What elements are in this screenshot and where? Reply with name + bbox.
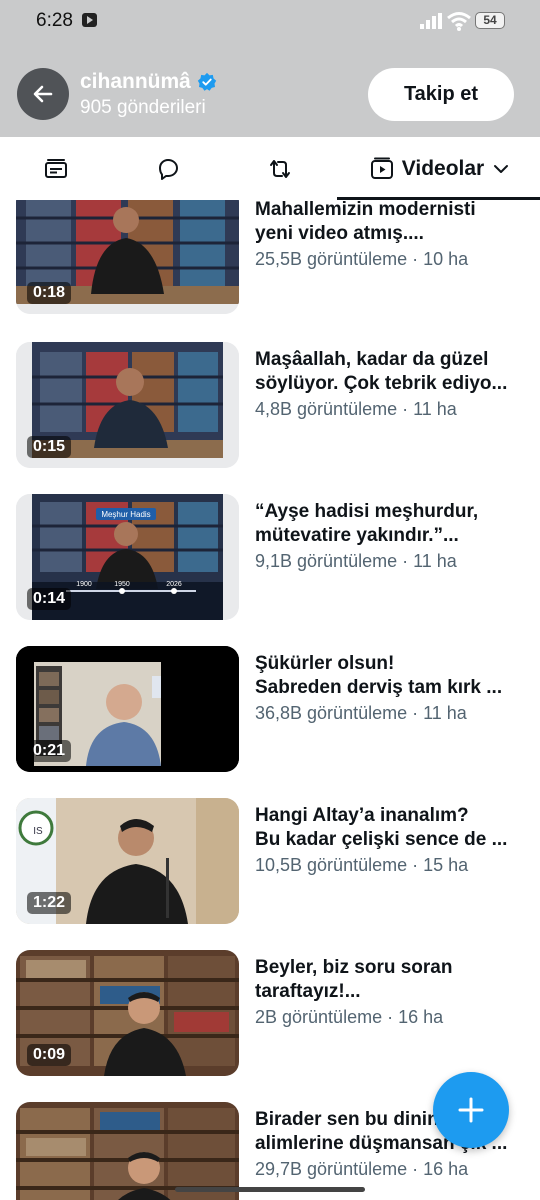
profile-tab-bar: Videolar xyxy=(0,137,540,200)
video-title: Beyler, biz soru soran taraftayız!... xyxy=(255,956,523,1004)
video-title-line: Bu kadar çelişki sence de ... xyxy=(255,829,508,850)
thumbnail-logo-text: IS xyxy=(33,826,43,837)
battery-icon: 54 xyxy=(475,12,505,29)
video-meta: 10,5B görüntüleme · 15 ha xyxy=(255,855,469,875)
video-title-line: Şükürler olsun! xyxy=(255,653,395,674)
video-play-icon xyxy=(370,157,393,179)
post-count: 905 gönderileri xyxy=(80,97,206,118)
follow-button[interactable]: Takip et xyxy=(368,68,514,121)
profile-header: 6:28 54 cihannümâ 905 gönderileri Takip … xyxy=(0,0,540,137)
status-time: 6:28 xyxy=(36,10,73,31)
video-title-line: mütevatire yakındır.”... xyxy=(255,525,459,546)
video-views: 9,1B görüntüleme xyxy=(255,551,398,571)
video-thumbnail: Meşhur Hadis 1900 1950 2026 0:14 xyxy=(16,494,239,620)
video-duration: 0:18 xyxy=(27,282,72,304)
video-item[interactable]: 0:15 Maşâallah, kadar da güzel söylüyor.… xyxy=(0,342,540,472)
video-meta: 4,8B görüntüleme · 11 ha xyxy=(255,399,457,419)
video-meta: 9,1B görüntüleme · 11 ha xyxy=(255,551,457,571)
video-views: 10,5B görüntüleme xyxy=(255,855,408,875)
media-icon xyxy=(45,158,67,178)
profile-name: cihannümâ xyxy=(80,70,191,93)
video-title: Maşâallah, kadar da güzel söylüyor. Çok … xyxy=(255,348,523,396)
video-thumbnail-image xyxy=(16,1102,239,1200)
video-duration: 1:22 xyxy=(27,892,72,914)
video-title-line: Mahallemizin modernisti xyxy=(255,200,476,220)
video-age: 10 ha xyxy=(423,249,469,269)
video-title-line: taraftayız!... xyxy=(255,981,361,1002)
tab-replies[interactable] xyxy=(136,137,200,200)
video-item[interactable]: 0:21 Şükürler olsun! Sabreden derviş tam… xyxy=(0,646,540,776)
video-age: 16 ha xyxy=(423,1159,469,1179)
video-thumbnail: 0:15 xyxy=(16,342,239,468)
video-title-line: Beyler, biz soru soran xyxy=(255,957,453,978)
video-views: 36,8B görüntüleme xyxy=(255,703,408,723)
video-views: 4,8B görüntüleme xyxy=(255,399,398,419)
video-title-line: yeni video atmış.... xyxy=(255,223,424,244)
signal-icon xyxy=(420,13,442,29)
timeline-year: 2026 xyxy=(166,581,182,588)
video-thumbnail: 0:09 xyxy=(16,950,239,1076)
video-thumbnail xyxy=(16,1102,239,1200)
video-age: 15 ha xyxy=(423,855,469,875)
profile-name-row: cihannümâ xyxy=(80,70,217,94)
youtube-notification-icon xyxy=(82,13,97,27)
video-meta: 25,5B görüntüleme · 10 ha xyxy=(255,249,469,269)
video-thumbnail: IS 1:22 xyxy=(16,798,239,924)
tab-reposts[interactable] xyxy=(248,137,312,200)
video-title-line: söylüyor. Çok tebrik ediyo... xyxy=(255,373,508,394)
video-title-line: Maşâallah, kadar da güzel xyxy=(255,349,489,370)
timeline-year: 1950 xyxy=(114,581,130,588)
video-item[interactable]: 0:18 Mahallemizin modernisti yeni video … xyxy=(0,200,540,318)
compose-button[interactable] xyxy=(433,1072,509,1148)
video-views: 29,7B görüntüleme xyxy=(255,1159,408,1179)
video-item[interactable]: 0:09 Beyler, biz soru soran taraftayız!.… xyxy=(0,950,540,1080)
video-duration: 0:15 xyxy=(27,436,72,458)
wifi-icon xyxy=(447,12,471,31)
tab-videos-label: Videolar xyxy=(401,156,485,180)
video-views: 25,5B görüntüleme xyxy=(255,249,408,269)
status-bar: 6:28 54 xyxy=(0,0,540,42)
gesture-nav-handle[interactable] xyxy=(175,1187,365,1192)
tab-media[interactable] xyxy=(24,137,88,200)
video-item[interactable]: IS 1:22 Hangi Altay’a inanalım? Bu kadar… xyxy=(0,798,540,928)
video-title-line: Hangi Altay’a inanalım? xyxy=(255,805,469,826)
video-title: Mahallemizin modernisti yeni video atmış… xyxy=(255,200,523,246)
video-meta: 29,7B görüntüleme · 16 ha xyxy=(255,1159,469,1179)
thumbnail-badge: Meşhur Hadis xyxy=(101,510,150,519)
repost-icon xyxy=(270,159,290,178)
arrow-left-icon xyxy=(33,85,53,103)
video-title: “Ayşe hadisi meşhurdur, mütevatire yakın… xyxy=(255,500,523,548)
video-meta: 36,8B görüntüleme · 11 ha xyxy=(255,703,467,723)
video-age: 11 ha xyxy=(413,399,457,419)
timeline-year: 1900 xyxy=(76,581,92,588)
video-title: Şükürler olsun! Sabreden derviş tam kırk… xyxy=(255,652,523,700)
video-age: 16 ha xyxy=(398,1007,444,1027)
video-title: Hangi Altay’a inanalım? Bu kadar çelişki… xyxy=(255,804,523,852)
video-duration: 0:09 xyxy=(27,1044,72,1066)
video-item[interactable]: Meşhur Hadis 1900 1950 2026 0:14 “Ayşe h… xyxy=(0,494,540,624)
reply-bubble-icon xyxy=(159,158,178,180)
video-meta: 2B görüntüleme · 16 ha xyxy=(255,1007,444,1027)
video-title-line: “Ayşe hadisi meşhurdur, xyxy=(255,501,479,522)
video-views: 2B görüntüleme xyxy=(255,1007,383,1027)
video-list: 0:18 Mahallemizin modernisti yeni video … xyxy=(0,200,540,1200)
chevron-down-icon xyxy=(494,164,509,173)
video-thumbnail: 0:21 xyxy=(16,646,239,772)
video-thumbnail: 0:18 xyxy=(16,200,239,314)
video-age: 11 ha xyxy=(423,703,467,723)
video-age: 11 ha xyxy=(413,551,457,571)
verified-badge-icon xyxy=(197,72,217,91)
video-duration: 0:14 xyxy=(27,588,72,610)
video-duration: 0:21 xyxy=(27,740,72,762)
tab-videos[interactable]: Videolar xyxy=(340,137,540,200)
video-title-line: Sabreden derviş tam kırk ... xyxy=(255,677,503,698)
back-button[interactable] xyxy=(17,68,69,120)
plus-icon xyxy=(458,1097,484,1123)
